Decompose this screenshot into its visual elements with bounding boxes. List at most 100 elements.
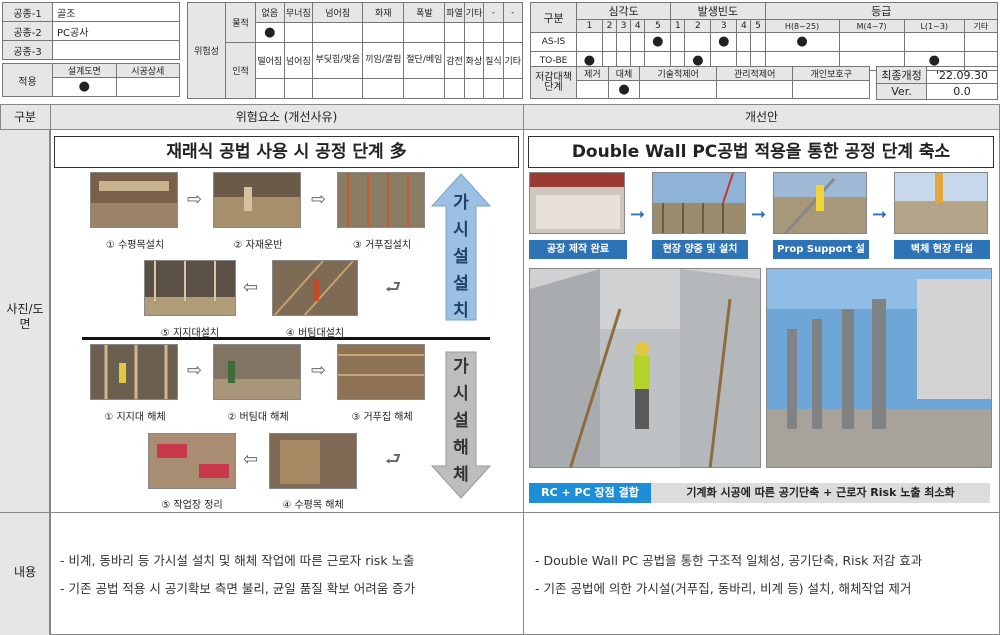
photo-support-removal [90,344,178,400]
photo-prop-support [773,172,867,234]
num: 2 [684,19,712,33]
remove-caption-2: ② 버팀대 해체 [227,412,289,423]
right-content-1: - Double Wall PC 공법을 통한 구조적 일체성, 공기단축, R… [535,553,923,568]
photo-horizontal-removal [269,433,357,489]
divider [82,337,490,340]
photo-factory [529,172,625,234]
human-label: 인적 [225,42,256,99]
grade-label: 등급 [764,2,999,20]
reduce-item: 대체 [607,66,641,81]
arrow-right-icon: ⇨ [187,189,203,210]
frequency-label: 발생빈도 [670,2,766,20]
risk-item: 폭발 [403,2,446,23]
risk-item: 화재 [362,2,405,23]
side-column [0,130,50,635]
physical-label: 물적 [225,2,256,43]
remove-caption-4: ④ 수평목 해체 [282,500,344,511]
design-label: 설계도면 [52,63,117,78]
arrow-right-icon: ➞ [630,204,646,225]
remove-arrow-label: 가시설해체 [453,357,469,485]
main-div-label: 구분 [13,110,37,124]
num: 4 [630,19,646,33]
rc-pc-tag: RC + PC 장점 결합 [529,483,651,503]
photo-wall-pour [894,172,988,234]
trade-label: 공종-3 [2,40,53,60]
remove-caption-1: ① 지지대 해체 [104,412,166,423]
install-caption-2: ② 자재운반 [233,240,283,251]
rc-pc-text: 기계화 시공에 따른 공기단축 + 근로자 Risk 노출 최소화 [651,483,990,503]
asis-grade-mark: ● [764,32,840,52]
risk-item: 없음 [255,2,285,23]
photo-site-cleanup [148,433,236,489]
remove-caption-3: ③ 거푸집 해체 [351,412,413,423]
photo-lifting [652,172,746,234]
num: 1 [670,19,686,33]
trade-value: PC공사 [52,21,180,41]
arrow-return-icon: ⮐ [385,277,402,298]
ver-value: 0.0 [926,83,998,100]
improve-column-header: 개선안 [744,110,779,124]
risk-item: 떨어짐 [255,42,285,79]
risk-column-header: 위험요소 (개선사유) [235,110,338,124]
step-prop: Prop Support 설치 [773,240,869,274]
risk-item: - [483,2,504,23]
grade-col: L(1~3) [903,19,965,33]
photo-double-wall-site [766,268,992,468]
asis-severity-mark: ● [644,32,672,52]
const-label: 시공상세 [115,63,180,78]
reduce-item: 관리적제어 [715,66,794,81]
left-content-2: - 기존 공법 적용 시 공기확보 측면 불리, 균일 품질 확보 어려움 증가 [60,581,416,596]
trade-label: 공종-2 [2,21,53,41]
severity-label: 심각도 [575,2,672,20]
arrow-right-icon: ⇨ [311,189,327,210]
photo-brace-removal [213,344,301,400]
ver-label: Ver. [876,83,927,100]
design-mark: ● [52,77,117,97]
final-value: '22.09.30 [926,66,998,84]
reduce-item: 제거 [576,66,609,81]
install-caption-3: ③ 거푸집설치 [352,240,412,251]
risk-item: 질식 [483,42,504,79]
risk-label: 위험성 [187,2,226,99]
num: 2 [601,19,618,33]
risk-item: 끼임/깔림 [362,42,405,79]
install-caption-1: ① 수평목설치 [105,240,165,251]
risk-item: 넘어짐 [283,42,314,79]
content-row-label: 내용 [13,565,37,579]
num: 1 [576,19,603,33]
risk-item: 감전 [444,42,465,79]
photo-support [144,260,236,316]
photo-material-transport [213,172,301,228]
trade-value [52,40,180,60]
arrow-left-icon: ⇦ [243,449,259,470]
photo-brace [272,260,358,316]
photo-row-label: 사진/도면 [6,302,44,331]
remove-caption-5: ⑤ 작업장 정리 [161,500,223,511]
num: 5 [750,19,766,33]
photo-horizontal-member [90,172,178,228]
arrow-right-icon: ⇨ [187,360,203,381]
right-content-2: - 기존 공법에 의한 가시설(거푸집, 동바리, 비계 등) 설치, 해체작업… [535,581,912,596]
right-title: Double Wall PC공법 적용을 통한 공정 단계 축소 [528,136,994,168]
trade-label: 공종-1 [2,2,53,22]
risk-item: 기타 [463,2,485,23]
photo-formwork-removal [337,344,425,400]
version-table: 최종개정 '22.09.30 Ver. 0.0 [876,66,998,100]
risk-table: 위험성 물적 없음 무너짐 넘어짐 화재 폭발 파열 기타 - - ● 인적 떨어짐 넘어짐 부딪힘/… [187,2,524,99]
eval-table: 구분 심각도 발생빈도 등급 12345 12345 H(8~25) M(4~7) L(1… [530,2,999,71]
trade-table: 공종-1 골조 공종-2 PC공사 공종-3 적용 설계도면 시공상세 ● [2,2,180,97]
arrow-right-icon: ➞ [751,204,767,225]
eval-div: 구분 [530,2,577,33]
step-pour: 벽체 현장 타설 [894,240,990,259]
install-arrow-label: 가시설설치 [453,193,469,321]
apply-label: 적용 [2,63,53,97]
reduce-item: 개인보호구 [792,66,870,81]
left-content-1: - 비계, 동바리 등 가시설 설치 및 해체 작업에 따른 근로자 risk … [60,553,415,568]
arrow-return-icon: ⮐ [385,449,402,470]
arrow-left-icon: ⇦ [243,277,259,298]
num: 4 [736,19,752,33]
reduce-table: 저감대책단계 제거 대체 기술적제어 관리적제어 개인보호구 ● [530,66,870,99]
arrow-right-icon: ➞ [872,204,888,225]
risk-item: 절단/베임 [403,42,446,79]
grade-col: 기타 [963,19,999,33]
